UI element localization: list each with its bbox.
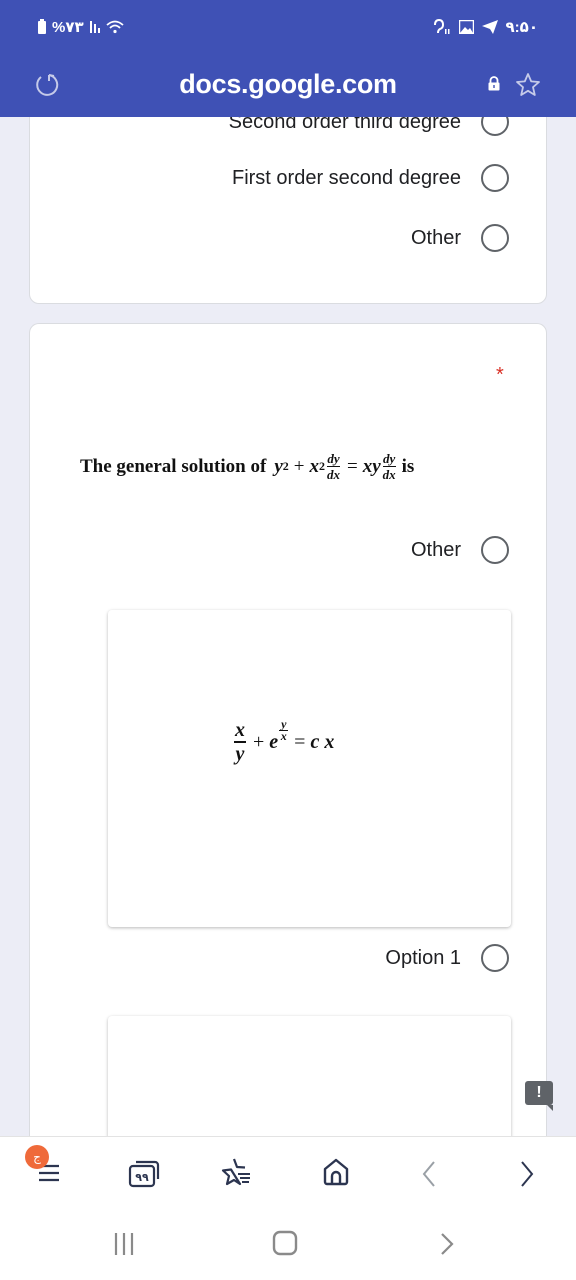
eq-fraction: xy <box>234 719 246 765</box>
eq-equals: = <box>294 730 306 753</box>
eq-derivative: dy dx <box>382 451 396 482</box>
answer-equation: xy + e yx = c x <box>232 716 335 765</box>
question-card-2: * The general solution of y2 + x2 dy dx =… <box>29 323 547 1156</box>
option-first-order-second-degree[interactable]: First order second degree <box>232 164 509 192</box>
required-asterisk: * <box>496 364 504 386</box>
eq-equals: = <box>346 455 358 477</box>
home-icon[interactable] <box>322 1157 350 1187</box>
wifi-icon <box>106 20 124 34</box>
question-equation: y2 + x2 dy dx = xy dy dx <box>274 452 397 481</box>
report-feedback-button[interactable]: ! <box>525 1081 553 1111</box>
home-nav-icon[interactable] <box>272 1230 298 1256</box>
signal-icon <box>89 21 100 33</box>
option-image <box>108 1016 511 1156</box>
option-label: Option 1 <box>385 946 461 969</box>
telegram-icon <box>481 20 498 34</box>
bookmark-star-icon[interactable] <box>515 72 541 98</box>
battery-icon <box>38 18 46 34</box>
radio-button[interactable] <box>481 224 509 252</box>
menu-notification-badge: ج <box>25 1145 49 1169</box>
option-label: First order second degree <box>231 166 461 189</box>
question-text-suffix: is <box>401 455 415 477</box>
radio-button[interactable] <box>481 944 509 972</box>
eq-exp: 2 <box>318 459 325 473</box>
option-1[interactable]: Option 1 <box>385 944 509 972</box>
eq-rhs: c x <box>310 730 335 753</box>
recent-apps-icon[interactable] <box>112 1232 136 1256</box>
radio-button[interactable] <box>481 164 509 192</box>
eq-plus: + <box>253 730 265 753</box>
back-nav-icon[interactable] <box>438 1232 456 1256</box>
eq-derivative: dy dx <box>326 451 340 482</box>
option-other[interactable]: Other <box>411 536 509 564</box>
address-bar[interactable]: docs.google.com <box>0 58 576 114</box>
eq-exponential: e yx <box>269 716 289 753</box>
system-navigation-bar <box>0 1204 576 1280</box>
gallery-icon <box>458 20 474 34</box>
status-bar: %۷۳ ۹:۵۰ <box>0 0 576 50</box>
accessibility-icon <box>433 19 450 34</box>
option-label: Other <box>410 226 461 249</box>
eq-rhs: xy <box>362 455 381 477</box>
lock-icon[interactable] <box>488 76 500 91</box>
eq-plus: + <box>293 455 305 477</box>
radio-button[interactable] <box>481 536 509 564</box>
option-image: xy + e yx = c x <box>108 610 511 927</box>
question-text-prefix: The general solution of <box>80 455 267 477</box>
question-title: The general solution of y2 + x2 dy dx = x… <box>80 452 500 481</box>
forward-icon[interactable] <box>518 1159 536 1189</box>
browser-toolbar: ۹۹ <box>0 1136 576 1204</box>
browser-top-bar: %۷۳ ۹:۵۰ docs.google.com <box>0 0 576 117</box>
option-other[interactable]: Other <box>411 224 509 252</box>
tabs-count: ۹۹ <box>135 1171 149 1184</box>
clock: ۹:۵۰ <box>505 19 538 36</box>
option-label: Other <box>410 538 461 561</box>
back-icon[interactable] <box>420 1159 438 1189</box>
battery-level: %۷۳ <box>52 19 84 36</box>
eq-exp: 2 <box>282 459 289 473</box>
question-card-1: Second order third degree First order se… <box>29 90 547 304</box>
tabs-icon[interactable]: ۹۹ <box>128 1159 162 1189</box>
bookmarks-icon[interactable] <box>221 1157 253 1187</box>
eq-var-x: x <box>309 455 319 477</box>
eq-var-y: y <box>274 455 283 477</box>
